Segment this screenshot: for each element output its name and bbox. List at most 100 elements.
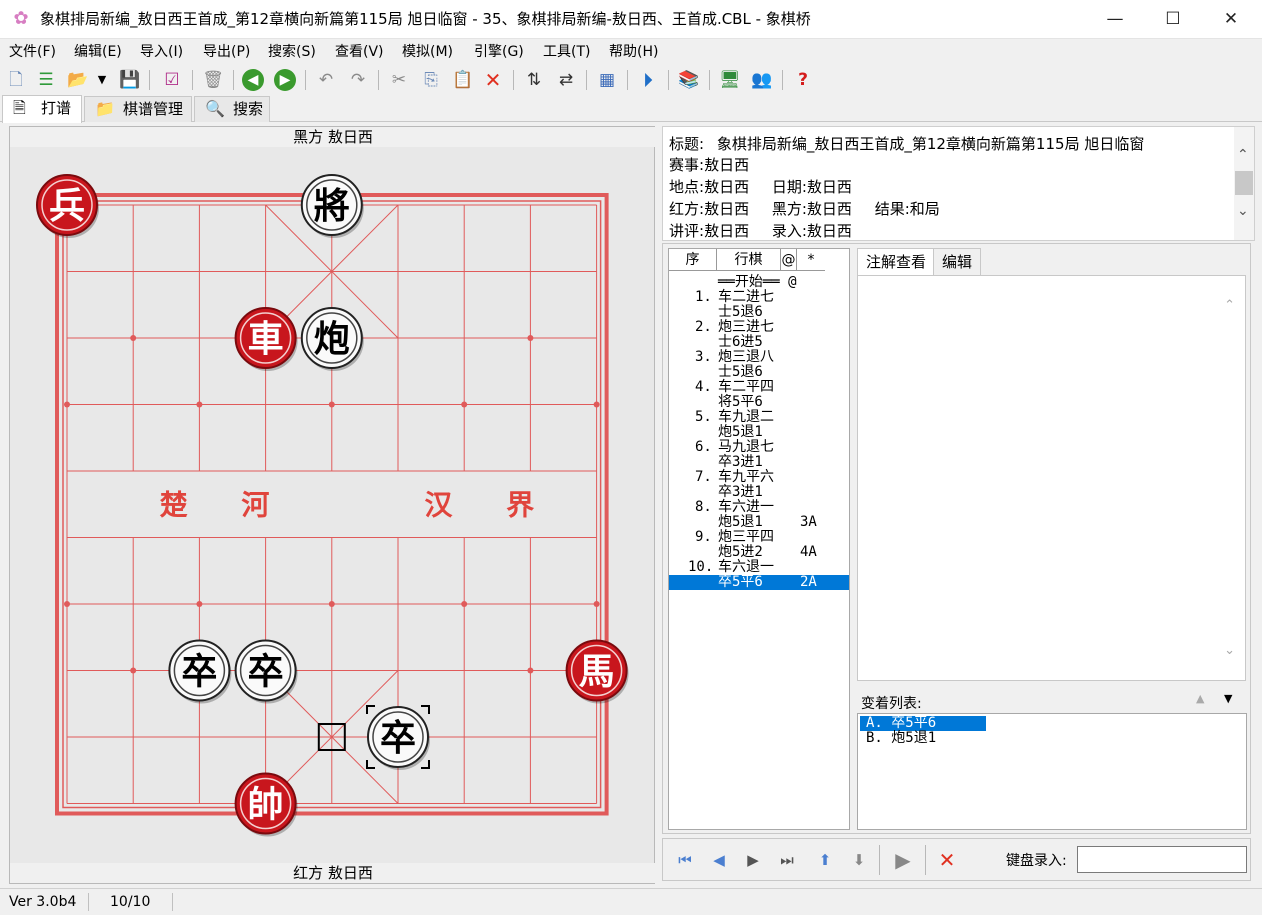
toolbar-separator xyxy=(586,70,587,90)
menu-view[interactable]: 查看(V) xyxy=(335,39,384,65)
status-separator xyxy=(172,893,173,911)
list-item-variation-a[interactable]: A. 卒5平6 xyxy=(860,716,986,731)
close-button[interactable]: ✕ xyxy=(1202,0,1260,39)
variation-up-icon[interactable]: ▲ xyxy=(1196,692,1204,705)
variation-count: 2A xyxy=(800,574,817,590)
up-variation-icon[interactable]: ⬆ xyxy=(813,848,837,872)
save-icon[interactable]: 💾 xyxy=(118,68,142,92)
menu-tools[interactable]: 工具(T) xyxy=(543,39,590,65)
list-item-black-move[interactable]: 士5退6 xyxy=(669,365,849,380)
list-item-black-move[interactable]: 士5退6 xyxy=(669,305,849,320)
computer-engine-icon[interactable]: 🖥 xyxy=(718,68,742,92)
trash-icon[interactable]: 🗑 xyxy=(201,68,225,92)
column-header-move[interactable]: 行棋 xyxy=(717,249,781,271)
scroll-up-icon[interactable]: ⌃ xyxy=(1237,147,1249,163)
list-item-black-move[interactable]: 将5平6 xyxy=(669,395,849,410)
list-item-red-move[interactable]: 6. 马九退七 xyxy=(669,440,849,455)
copy-icon[interactable]: ⎘ xyxy=(419,68,443,92)
list-item-black-move[interactable]: 卒5平6 2A xyxy=(669,575,849,590)
scroll-thumb[interactable] xyxy=(1235,171,1253,195)
menu-edit[interactable]: 编辑(E) xyxy=(74,39,122,65)
redo-icon[interactable]: ↷ xyxy=(346,68,370,92)
maximize-button[interactable]: ☐ xyxy=(1144,0,1202,39)
menu-file[interactable]: 文件(F) xyxy=(9,39,56,65)
piece-char: 車 xyxy=(248,318,284,360)
list-item-black-move[interactable]: 卒3进1 xyxy=(669,485,849,500)
play-circle-icon[interactable]: ⏵ xyxy=(636,68,660,92)
help-question-icon[interactable]: ? xyxy=(791,68,815,92)
list-item-start[interactable]: ══开始══ @ xyxy=(669,275,849,290)
down-variation-icon[interactable]: ⬇ xyxy=(847,848,871,872)
menu-help[interactable]: 帮助(H) xyxy=(609,39,658,65)
board-grid-icon[interactable]: ▦ xyxy=(595,68,619,92)
flip-vertical-icon[interactable]: ⇅ xyxy=(522,68,546,92)
open-folder-icon[interactable]: 📂 xyxy=(66,68,90,92)
place-value: 敖日西 xyxy=(704,178,750,196)
comment-text-box[interactable]: ⌃ ⌄ xyxy=(857,275,1246,681)
back-green-icon[interactable]: ◀ xyxy=(242,69,264,91)
list-item-red-move[interactable]: 3. 炮三退八 xyxy=(669,350,849,365)
undo-icon[interactable]: ↶ xyxy=(314,68,338,92)
prev-icon[interactable]: ◀ xyxy=(707,848,731,872)
next-icon[interactable]: ▶ xyxy=(741,848,765,872)
tab-comment-view[interactable]: 注解查看 xyxy=(857,248,936,275)
column-header-star[interactable]: * xyxy=(797,249,825,271)
list-item-red-move[interactable]: 5. 车九退二 xyxy=(669,410,849,425)
menu-export[interactable]: 导出(P) xyxy=(203,39,250,65)
menu-simulate[interactable]: 模拟(M) xyxy=(402,39,453,65)
people-icon[interactable]: 👥 xyxy=(750,68,774,92)
nav-separator xyxy=(925,845,926,875)
list-item-black-move[interactable]: 炮5退1 xyxy=(669,425,849,440)
play-icon[interactable]: ▶ xyxy=(891,848,915,872)
info-scrollbar[interactable]: ⌃ ⌄ xyxy=(1234,127,1254,240)
menu-import[interactable]: 导入(I) xyxy=(140,39,183,65)
xiangqi-board[interactable]: 楚 河汉 界兵 將車 炮卒卒馬卒帥 xyxy=(10,127,654,883)
menu-search[interactable]: 搜索(S) xyxy=(268,39,316,65)
first-icon[interactable]: ⏮ xyxy=(673,848,697,872)
column-header-at[interactable]: @ xyxy=(781,249,797,271)
tab-search[interactable]: 🔍 搜索 xyxy=(194,96,270,122)
list-item-black-move[interactable]: 炮5进2 4A xyxy=(669,545,849,560)
tab-manage[interactable]: 📁 棋谱管理 xyxy=(84,96,192,122)
last-icon[interactable]: ⏭ xyxy=(775,848,799,872)
book-icon[interactable]: 📚 xyxy=(677,68,701,92)
variation-down-icon[interactable]: ▼ xyxy=(1224,692,1232,705)
list-item-black-move[interactable]: 卒3进1 xyxy=(669,455,849,470)
list-item-red-move[interactable]: 7. 车九平六 xyxy=(669,470,849,485)
variation-list[interactable]: A. 卒5平6 B. 炮5退1 xyxy=(857,713,1247,830)
keyboard-input-field[interactable] xyxy=(1077,846,1247,873)
list-item-red-move[interactable]: 4. 车二平四 xyxy=(669,380,849,395)
minimize-button[interactable]: — xyxy=(1086,0,1144,39)
delete-red-x-icon[interactable]: ✕ xyxy=(481,68,505,92)
list-item-red-move[interactable]: 9. 炮三平四 xyxy=(669,530,849,545)
list-icon[interactable]: ☰ xyxy=(34,68,58,92)
list-item-black-move[interactable]: 士6进5 xyxy=(669,335,849,350)
list-item-red-move[interactable]: 1. 车二进七 xyxy=(669,290,849,305)
list-item-red-move[interactable]: 10. 车六退一 xyxy=(669,560,849,575)
stop-x-icon[interactable]: ✕ xyxy=(935,848,959,872)
new-file-icon[interactable]: 🗋 xyxy=(4,68,28,92)
tab-play[interactable]: 🗎 打谱 xyxy=(2,95,82,123)
tab-comment-edit[interactable]: 编辑 xyxy=(933,248,982,275)
cut-icon[interactable]: ✂ xyxy=(387,68,411,92)
menu-engine[interactable]: 引擎(G) xyxy=(474,39,524,65)
piece-char: 馬 xyxy=(579,651,615,693)
checklist-icon[interactable]: ☑ xyxy=(160,68,184,92)
point-marker xyxy=(527,667,534,674)
move-list[interactable]: 序 行棋 @ * ══开始══ @ 1. 车二进七 士5退6 2. 炮三进七 士6进5 3.… xyxy=(668,248,850,830)
swap-horizontal-icon[interactable]: ⇄ xyxy=(554,68,578,92)
paste-icon[interactable]: 📋 xyxy=(451,68,475,92)
forward-green-icon[interactable]: ▶ xyxy=(274,69,296,91)
variation-count: 4A xyxy=(800,544,817,560)
list-item-variation-b[interactable]: B. 炮5退1 xyxy=(860,731,936,746)
scroll-down-icon[interactable]: ⌄ xyxy=(1237,203,1249,219)
scroll-down-icon[interactable]: ⌄ xyxy=(1224,643,1235,658)
scroll-up-icon[interactable]: ⌃ xyxy=(1224,298,1235,313)
point-marker xyxy=(593,601,600,607)
dropdown-arrow-icon[interactable]: ▼ xyxy=(95,68,109,92)
black-move-text: 卒3进1 xyxy=(718,484,763,500)
list-item-black-move[interactable]: 炮5退1 3A xyxy=(669,515,849,530)
column-header-number[interactable]: 序 xyxy=(669,249,717,271)
list-item-red-move[interactable]: 2. 炮三进七 xyxy=(669,320,849,335)
list-item-red-move[interactable]: 8. 车六进一 xyxy=(669,500,849,515)
